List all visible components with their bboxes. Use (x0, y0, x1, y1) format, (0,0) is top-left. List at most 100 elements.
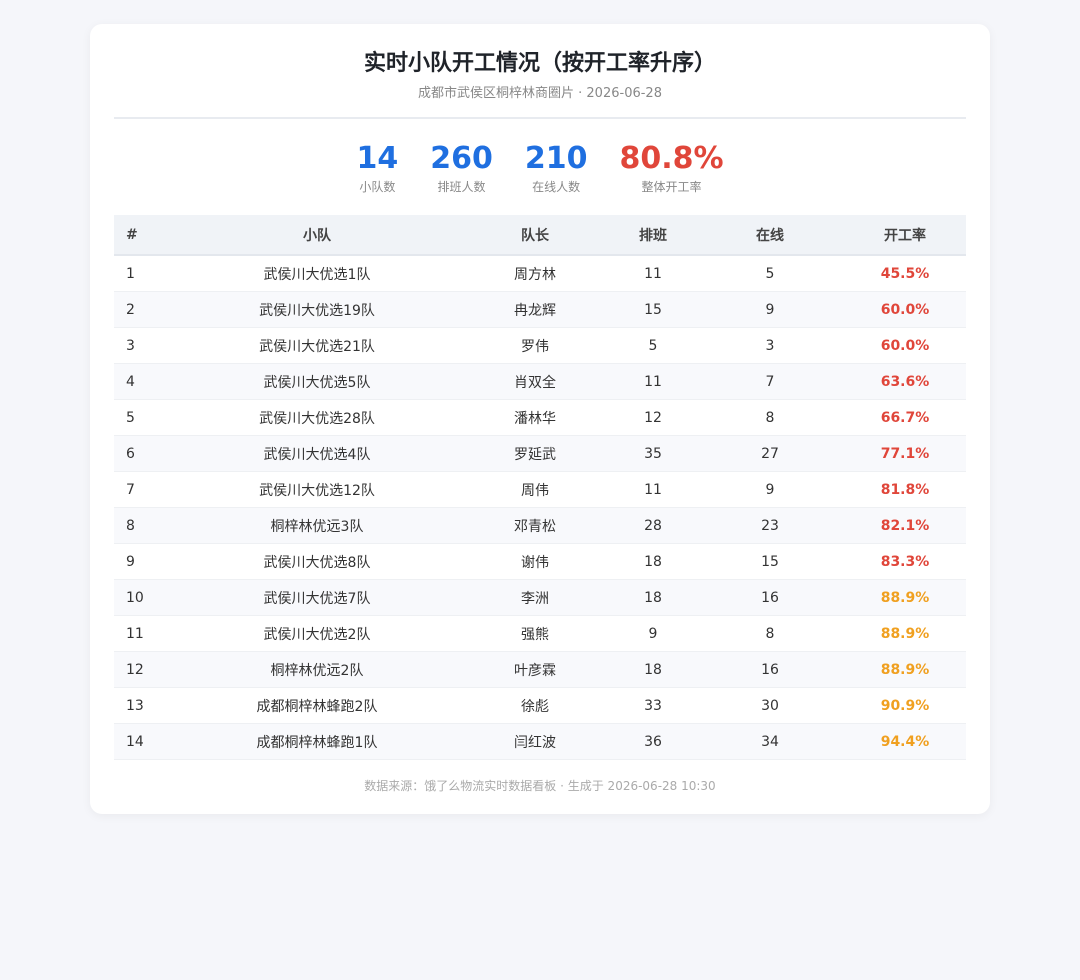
cell-team: 武侯川大优选5队 (174, 363, 460, 400)
cell-index: 5 (114, 399, 174, 436)
cell-rate: 66.7% (844, 399, 966, 436)
cell-rate: 83.3% (844, 543, 966, 580)
cell-index: 9 (114, 543, 174, 580)
stat-overall-rate: 80.8% 整体开工率 (619, 141, 723, 197)
cell-leader: 冉龙辉 (460, 291, 610, 328)
cell-online: 9 (696, 291, 844, 328)
table-row[interactable]: 13 成都桐梓林蜂跑2队 徐彪 33 30 90.9% (114, 687, 966, 724)
cell-online: 8 (696, 615, 844, 652)
cell-rate: 45.5% (844, 255, 966, 292)
table-row[interactable]: 3 武侯川大优选21队 罗伟 5 3 60.0% (114, 327, 966, 364)
cell-online: 34 (696, 723, 844, 760)
cell-scheduled: 28 (610, 507, 696, 544)
table-row[interactable]: 7 武侯川大优选12队 周伟 11 9 81.8% (114, 471, 966, 508)
cell-leader: 周伟 (460, 471, 610, 508)
cell-index: 12 (114, 651, 174, 688)
cell-leader: 强熊 (460, 615, 610, 652)
cell-rate: 63.6% (844, 363, 966, 400)
cell-team: 武侯川大优选1队 (174, 255, 460, 292)
column-header-index[interactable]: # (114, 215, 174, 256)
column-header-online[interactable]: 在线 (696, 215, 844, 256)
table-row[interactable]: 11 武侯川大优选2队 强熊 9 8 88.9% (114, 615, 966, 652)
team-table: # 小队 队长 排班 在线 开工率 1 武侯川大优选1队 周方林 11 5 45.5% 2 武… (114, 215, 966, 760)
stat-value: 210 (524, 141, 588, 176)
cell-scheduled: 18 (610, 651, 696, 688)
cell-rate: 94.4% (844, 723, 966, 760)
cell-team: 武侯川大优选19队 (174, 291, 460, 328)
header-divider (114, 117, 966, 119)
cell-scheduled: 15 (610, 291, 696, 328)
cell-team: 成都桐梓林蜂跑1队 (174, 723, 460, 760)
cell-online: 30 (696, 687, 844, 724)
cell-leader: 肖双全 (460, 363, 610, 400)
table-row[interactable]: 14 成都桐梓林蜂跑1队 闫红波 36 34 94.4% (114, 723, 966, 760)
stat-scheduled-count: 260 排班人数 (430, 141, 493, 197)
cell-scheduled: 18 (610, 543, 696, 580)
table-row[interactable]: 10 武侯川大优选7队 李洲 18 16 88.9% (114, 579, 966, 616)
stat-label: 排班人数 (437, 180, 486, 194)
cell-index: 2 (114, 291, 174, 328)
cell-scheduled: 36 (610, 723, 696, 760)
cell-online: 23 (696, 507, 844, 544)
cell-online: 9 (696, 471, 844, 508)
cell-rate: 88.9% (844, 579, 966, 616)
cell-leader: 叶彦霖 (460, 651, 610, 688)
cell-leader: 李洲 (460, 579, 610, 616)
column-header-scheduled[interactable]: 排班 (610, 215, 696, 256)
cell-online: 3 (696, 327, 844, 364)
cell-scheduled: 33 (610, 687, 696, 724)
cell-scheduled: 11 (610, 471, 696, 508)
table-row[interactable]: 8 桐梓林优远3队 邓青松 28 23 82.1% (114, 507, 966, 544)
cell-rate: 81.8% (844, 471, 966, 508)
cell-team: 武侯川大优选7队 (174, 579, 460, 616)
cell-index: 6 (114, 435, 174, 472)
cell-team: 成都桐梓林蜂跑2队 (174, 687, 460, 724)
column-header-rate[interactable]: 开工率 (844, 215, 966, 256)
stat-label: 小队数 (359, 180, 396, 194)
table-header-row: # 小队 队长 排班 在线 开工率 (114, 215, 966, 256)
table-row[interactable]: 9 武侯川大优选8队 谢伟 18 15 83.3% (114, 543, 966, 580)
cell-team: 武侯川大优选2队 (174, 615, 460, 652)
cell-leader: 徐彪 (460, 687, 610, 724)
stat-online-count: 210 在线人数 (525, 141, 588, 197)
cell-index: 14 (114, 723, 174, 760)
cell-scheduled: 11 (610, 363, 696, 400)
cell-rate: 60.0% (844, 327, 966, 364)
column-header-team[interactable]: 小队 (174, 215, 460, 256)
page-subtitle: 成都市武侯区桐梓林商圈片 · 2026-06-28 (418, 86, 662, 101)
cell-online: 16 (696, 651, 844, 688)
footer-note: 数据来源：饿了么物流实时数据看板 · 生成于 2026-06-28 10:30 (364, 779, 716, 793)
cell-rate: 82.1% (844, 507, 966, 544)
cell-scheduled: 11 (610, 255, 696, 292)
cell-index: 10 (114, 579, 174, 616)
cell-online: 5 (696, 255, 844, 292)
cell-leader: 周方林 (460, 255, 610, 292)
cell-rate: 88.9% (844, 651, 966, 688)
cell-team: 桐梓林优远2队 (174, 651, 460, 688)
table-row[interactable]: 4 武侯川大优选5队 肖双全 11 7 63.6% (114, 363, 966, 400)
cell-team: 武侯川大优选21队 (174, 327, 460, 364)
cell-rate: 77.1% (844, 435, 966, 472)
column-header-leader[interactable]: 队长 (460, 215, 610, 256)
cell-scheduled: 12 (610, 399, 696, 436)
report-card: 实时小队开工情况（按开工率升序） 成都市武侯区桐梓林商圈片 · 2026-06-… (90, 24, 990, 814)
cell-scheduled: 18 (610, 579, 696, 616)
table-body: 1 武侯川大优选1队 周方林 11 5 45.5% 2 武侯川大优选19队 冉龙辉 15 9 60.0… (114, 255, 966, 760)
cell-leader: 潘林华 (460, 399, 610, 436)
cell-team: 武侯川大优选4队 (174, 435, 460, 472)
cell-team: 桐梓林优远3队 (174, 507, 460, 544)
stat-team-count: 14 小队数 (356, 141, 398, 197)
cell-leader: 罗延武 (460, 435, 610, 472)
table-row[interactable]: 1 武侯川大优选1队 周方林 11 5 45.5% (114, 255, 966, 292)
stat-value: 80.8% (619, 141, 724, 176)
cell-scheduled: 9 (610, 615, 696, 652)
cell-team: 武侯川大优选28队 (174, 399, 460, 436)
table-row[interactable]: 6 武侯川大优选4队 罗延武 35 27 77.1% (114, 435, 966, 472)
table-row[interactable]: 5 武侯川大优选28队 潘林华 12 8 66.7% (114, 399, 966, 436)
table-row[interactable]: 2 武侯川大优选19队 冉龙辉 15 9 60.0% (114, 291, 966, 328)
cell-index: 4 (114, 363, 174, 400)
cell-index: 3 (114, 327, 174, 364)
table-row[interactable]: 12 桐梓林优远2队 叶彦霖 18 16 88.9% (114, 651, 966, 688)
stat-label: 在线人数 (532, 180, 581, 194)
stat-value: 260 (430, 141, 493, 176)
